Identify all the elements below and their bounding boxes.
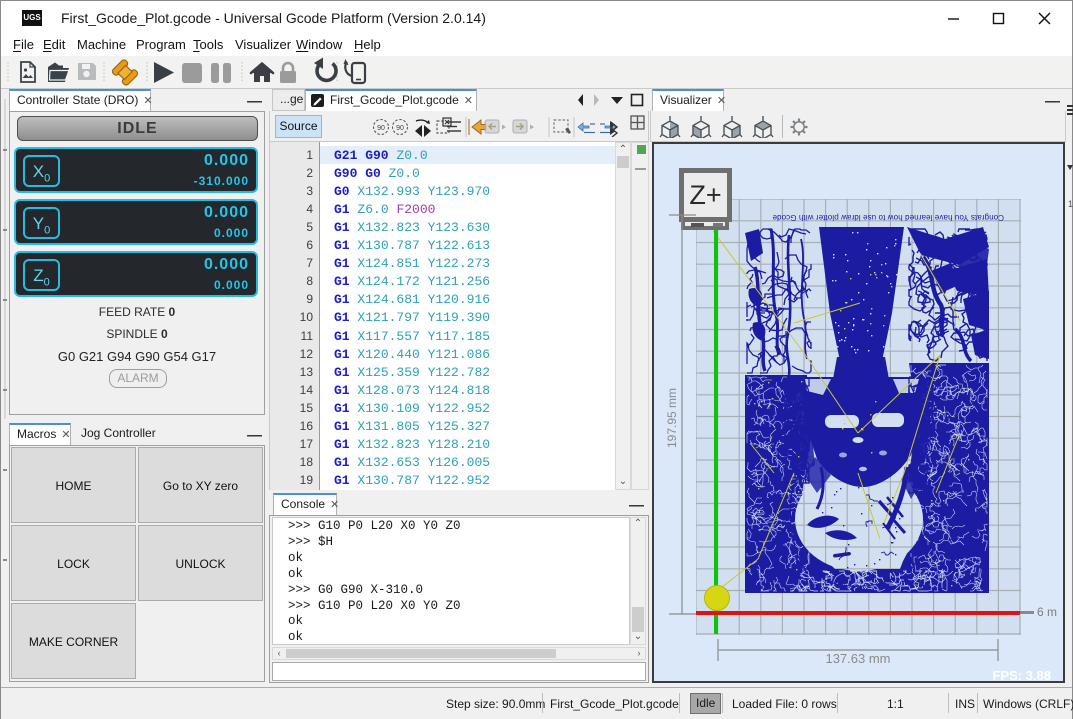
svg-text:197.95 mm: 197.95 mm — [665, 388, 679, 448]
svg-text:90: 90 — [377, 125, 385, 132]
svg-text:FPS: 3.88: FPS: 3.88 — [992, 668, 1051, 681]
svg-text:90: 90 — [396, 125, 404, 132]
svg-text:1: 1 — [1068, 199, 1073, 209]
svg-text:137.63 mm: 137.63 mm — [825, 651, 890, 666]
